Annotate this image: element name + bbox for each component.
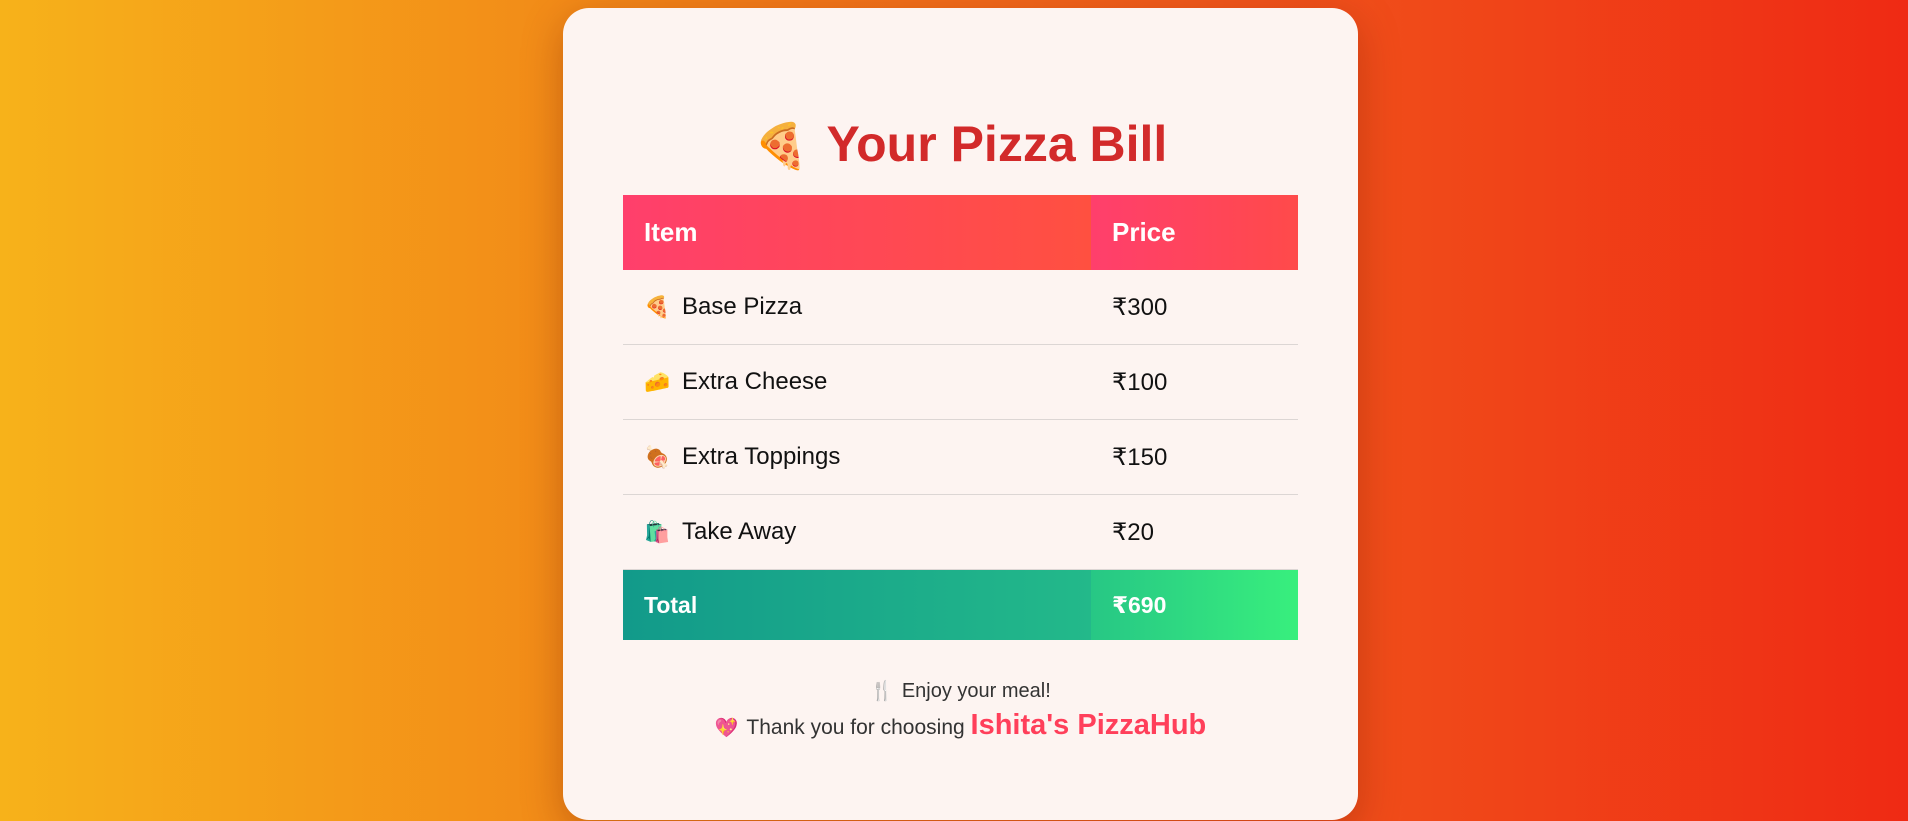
thanks-text: Thank you for choosing	[746, 716, 965, 739]
page-title: 🍕 Your Pizza Bill	[563, 110, 1358, 181]
pizza-icon: 🍕	[644, 296, 671, 319]
total-value: ₹690	[1091, 569, 1298, 640]
column-header-price: Price	[1091, 195, 1298, 270]
table-header-row: Item Price	[623, 195, 1298, 270]
heart-icon: 💖	[714, 718, 739, 739]
table-row: 🍕 Base Pizza ₹300	[623, 270, 1298, 345]
item-cell: 🛍️ Take Away	[623, 494, 1091, 570]
price-cell: ₹300	[1091, 270, 1298, 345]
item-name: Base Pizza	[682, 293, 803, 320]
cheese-icon: 🧀	[644, 371, 671, 394]
price-cell: ₹150	[1091, 419, 1298, 495]
meat-icon: 🍖	[644, 446, 671, 469]
price-cell: ₹100	[1091, 344, 1298, 420]
bill-card: 🍕 Your Pizza Bill Item Price 🍕 Base Pizza …	[563, 8, 1358, 820]
item-name: Extra Cheese	[682, 368, 828, 395]
item-cell: 🧀 Extra Cheese	[623, 344, 1091, 420]
footer-enjoy-line: 🍴 Enjoy your meal!	[563, 676, 1358, 707]
table-row: 🛍️ Take Away ₹20	[623, 494, 1298, 570]
item-cell: 🍕 Base Pizza	[623, 270, 1091, 345]
item-name: Take Away	[682, 518, 797, 545]
fork-knife-icon: 🍴	[870, 681, 894, 702]
column-header-item: Item	[623, 195, 1091, 270]
table-row: 🍖 Extra Toppings ₹150	[623, 419, 1298, 495]
price-cell: ₹20	[1091, 494, 1298, 570]
item-cell: 🍖 Extra Toppings	[623, 419, 1091, 495]
item-name: Extra Toppings	[682, 443, 841, 470]
table-row: 🧀 Extra Cheese ₹100	[623, 344, 1298, 420]
footer-thanks-line: 💖 Thank you for choosing Ishita's PizzaHu…	[563, 707, 1358, 747]
shopping-bag-icon: 🛍️	[644, 521, 671, 544]
pizza-icon: 🍕	[753, 122, 809, 171]
bill-table: Item Price 🍕 Base Pizza ₹300 🧀 Extra Chees…	[623, 195, 1298, 640]
enjoy-text: Enjoy your meal!	[901, 680, 1051, 702]
page-title-text: Your Pizza Bill	[826, 116, 1168, 172]
brand-name: Ishita's PizzaHub	[970, 709, 1207, 741]
total-label: Total	[623, 569, 1091, 640]
total-row: Total ₹690	[623, 569, 1298, 640]
footer: 🍴 Enjoy your meal! 💖 Thank you for choosin…	[563, 676, 1358, 747]
